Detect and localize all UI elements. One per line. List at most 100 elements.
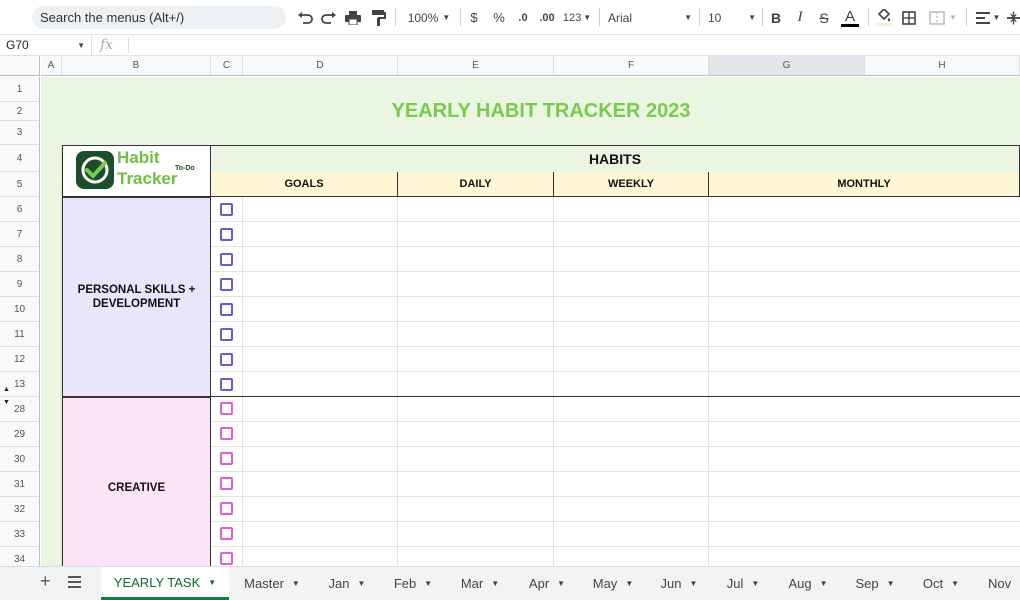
column-header-h[interactable]: H xyxy=(865,56,1020,76)
row-header[interactable]: 34 xyxy=(0,547,40,566)
habit-checkbox[interactable] xyxy=(220,402,233,415)
tab-label: Feb xyxy=(393,576,417,591)
row-header[interactable]: 9 xyxy=(0,272,40,297)
zoom-select[interactable]: 100% ▼ xyxy=(404,6,454,29)
currency-format-button[interactable]: $ xyxy=(468,6,480,29)
decrease-decimal-button[interactable]: .0 xyxy=(514,6,532,29)
chevron-down-icon: ▼ xyxy=(291,579,300,588)
redo-icon[interactable] xyxy=(320,6,338,29)
chevron-down-icon: ▼ xyxy=(949,13,957,22)
habit-checkbox[interactable] xyxy=(220,203,233,216)
row-header[interactable]: 31 xyxy=(0,472,40,497)
logo-text-habit: Habit xyxy=(117,148,160,167)
habit-checkbox[interactable] xyxy=(220,328,233,341)
row-header[interactable]: 2 xyxy=(0,102,40,121)
number-format-select[interactable]: 123 ▼ xyxy=(562,6,592,29)
row-header[interactable]: 10 xyxy=(0,297,40,322)
row-header[interactable]: 29 xyxy=(0,422,40,447)
tab-feb[interactable]: Feb ▼ xyxy=(380,567,446,600)
percent-format-button[interactable]: % xyxy=(492,6,506,29)
habit-checkbox[interactable] xyxy=(220,477,233,490)
all-sheets-icon[interactable] xyxy=(68,576,81,591)
tab-jan[interactable]: Jan ▼ xyxy=(314,567,380,600)
horizontal-align-icon[interactable]: ▼ xyxy=(974,6,1002,29)
row-header[interactable]: 6 xyxy=(0,197,40,222)
tab-jul[interactable]: Jul ▼ xyxy=(712,567,774,600)
habit-checkbox[interactable] xyxy=(220,502,233,515)
print-icon[interactable] xyxy=(344,6,362,29)
tab-aug[interactable]: Aug ▼ xyxy=(774,567,842,600)
borders-icon[interactable] xyxy=(900,6,918,29)
habit-checkbox[interactable] xyxy=(220,253,233,266)
tab-master[interactable]: Master ▼ xyxy=(230,567,314,600)
tab-label: Master xyxy=(244,576,284,591)
bold-button[interactable]: B xyxy=(769,6,783,29)
habit-checkbox[interactable] xyxy=(220,278,233,291)
habit-checkbox[interactable] xyxy=(220,353,233,366)
grid-line xyxy=(211,546,1020,547)
tab-nov[interactable]: Nov xyxy=(974,567,1020,600)
font-family-value: Arial xyxy=(608,10,633,25)
increase-decimal-button[interactable]: .00 xyxy=(537,6,557,29)
column-header-a[interactable]: A xyxy=(41,56,62,76)
tab-yearly-task[interactable]: YEARLY TASK ▼ xyxy=(101,567,229,600)
habit-checkbox[interactable] xyxy=(220,303,233,316)
row-header[interactable]: 32 xyxy=(0,497,40,522)
name-box[interactable]: G70 ▼ xyxy=(0,35,92,56)
column-header-d[interactable]: D xyxy=(243,56,398,76)
undo-icon[interactable] xyxy=(296,6,314,29)
merge-cells-icon[interactable]: ▼ xyxy=(926,6,960,29)
select-all-corner[interactable] xyxy=(0,56,40,76)
habit-checkbox[interactable] xyxy=(220,228,233,241)
habit-checkbox[interactable] xyxy=(220,527,233,540)
text-color-button[interactable]: A xyxy=(840,6,860,29)
menu-search-input[interactable]: Search the menus (Alt+/) xyxy=(32,6,286,29)
column-header-c[interactable]: C xyxy=(211,56,243,76)
vertical-align-icon[interactable] xyxy=(1007,6,1020,29)
font-family-select[interactable]: Arial ▼ xyxy=(608,6,692,29)
chevron-down-icon: ▼ xyxy=(992,13,1001,22)
row-header[interactable]: 1 xyxy=(0,77,40,102)
number-format-label: 123 xyxy=(562,11,582,24)
tab-sep[interactable]: Sep ▼ xyxy=(842,567,908,600)
sheet-title: YEARLY HABIT TRACKER 2023 xyxy=(391,100,691,122)
fill-color-icon[interactable] xyxy=(875,6,893,29)
tab-may[interactable]: May ▼ xyxy=(580,567,646,600)
column-header-e[interactable]: E xyxy=(398,56,554,76)
row-header[interactable]: 11 xyxy=(0,322,40,347)
strikethrough-button[interactable]: S xyxy=(817,6,831,29)
tab-oct[interactable]: Oct ▼ xyxy=(908,567,974,600)
column-header-b[interactable]: B xyxy=(62,56,211,76)
toolbar: Search the menus (Alt+/) 100% ▼ $ % .0 .0… xyxy=(0,0,1020,34)
column-header-f[interactable]: F xyxy=(554,56,709,76)
italic-button[interactable]: I xyxy=(793,6,807,29)
row-header[interactable]: 5 xyxy=(0,172,40,197)
row-header[interactable]: 4 xyxy=(0,145,40,172)
paint-format-icon[interactable] xyxy=(370,6,388,29)
expand-rows-icon[interactable]: ▲ xyxy=(3,386,10,393)
spreadsheet-grid[interactable]: A B C D E F G H 1 2 3 4 5 6 7 8 9 10 11 … xyxy=(0,56,1020,566)
tab-apr[interactable]: Apr ▼ xyxy=(514,567,580,600)
row-header[interactable]: 33 xyxy=(0,522,40,547)
tab-label: Sep xyxy=(855,576,879,591)
row-header[interactable]: 8 xyxy=(0,247,40,272)
column-header-g[interactable]: G xyxy=(709,56,865,76)
collapse-rows-icon[interactable]: ▼ xyxy=(3,399,10,406)
row-header[interactable]: 3 xyxy=(0,121,40,145)
add-sheet-icon[interactable]: + xyxy=(40,571,51,592)
row-header[interactable]: 30 xyxy=(0,447,40,472)
tab-mar[interactable]: Mar ▼ xyxy=(446,567,514,600)
row-header[interactable]: 7 xyxy=(0,222,40,247)
habit-checkbox[interactable] xyxy=(220,552,233,565)
habit-checkbox[interactable] xyxy=(220,452,233,465)
habit-checkbox[interactable] xyxy=(220,378,233,391)
habit-checkbox[interactable] xyxy=(220,427,233,440)
section-divider xyxy=(62,396,1020,397)
chevron-down-icon: ▼ xyxy=(357,579,366,588)
row-header[interactable]: 13 xyxy=(0,372,40,397)
chevron-down-icon: ▼ xyxy=(684,13,692,22)
tab-jun[interactable]: Jun ▼ xyxy=(646,567,712,600)
row-header[interactable]: 12 xyxy=(0,347,40,372)
grid-line xyxy=(708,197,709,566)
font-size-select[interactable]: 10 ▼ xyxy=(708,6,756,29)
